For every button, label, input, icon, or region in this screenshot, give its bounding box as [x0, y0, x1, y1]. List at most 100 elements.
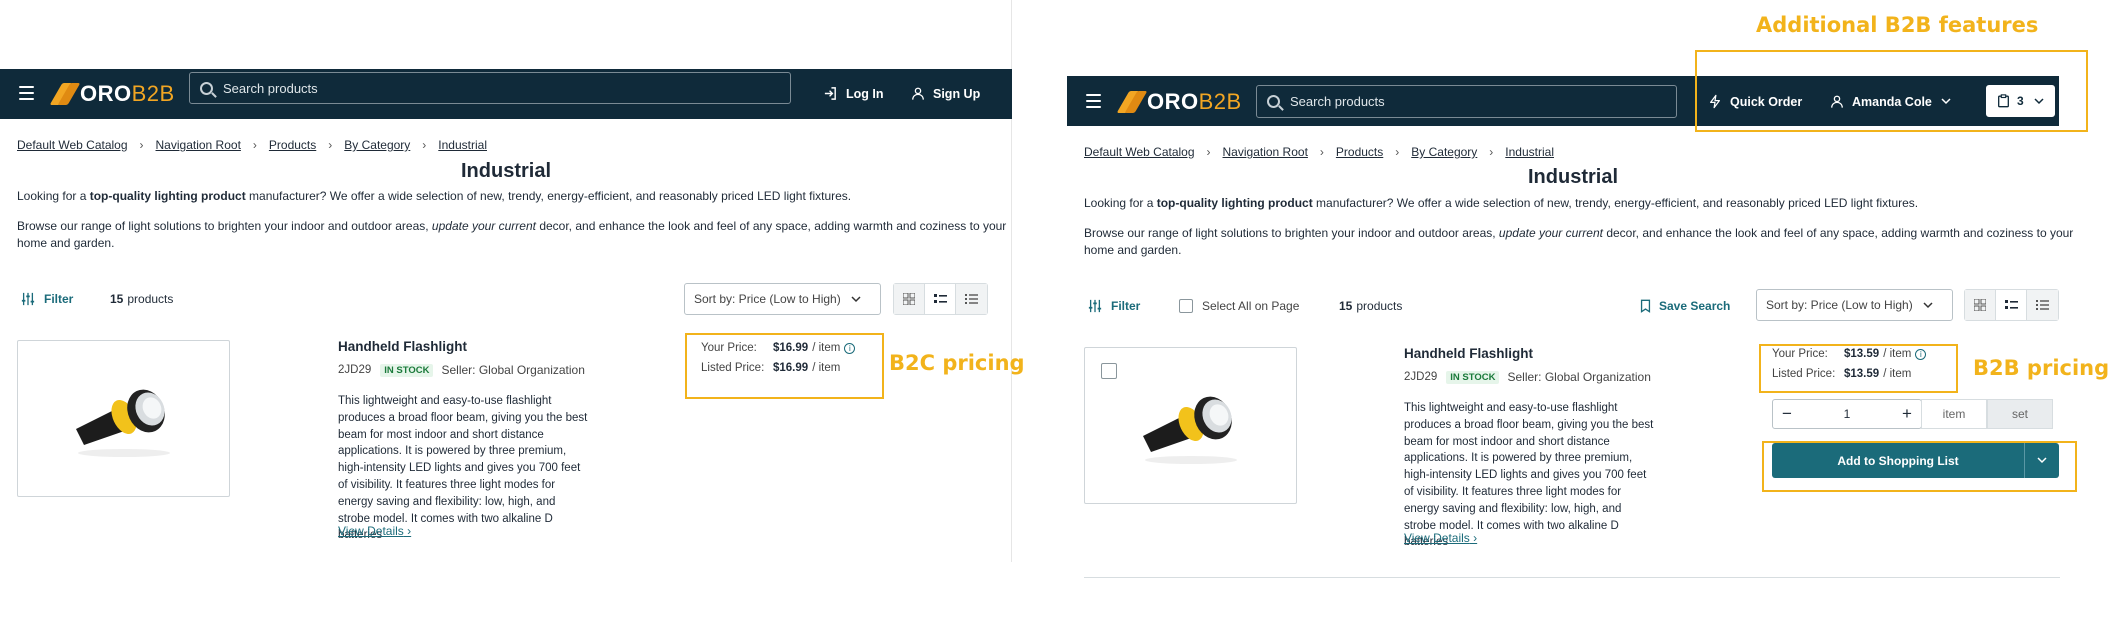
search-icon: [200, 81, 213, 95]
b2c-pricing-highlight: [685, 333, 884, 399]
breadcrumb-item[interactable]: Products: [1336, 145, 1383, 159]
quantity-value[interactable]: 1: [1801, 407, 1893, 421]
b2b-pricing-annotation: B2B pricing: [1973, 356, 2110, 380]
stock-badge: IN STOCK: [1446, 370, 1500, 384]
product-description: This lightweight and easy-to-use flashli…: [1404, 402, 1654, 549]
header-bar: OROB2B Log In Sign Up: [0, 69, 1012, 119]
login-link[interactable]: Log In: [823, 86, 884, 101]
page-title: Industrial: [1527, 166, 1618, 188]
search-input[interactable]: [1290, 94, 1626, 109]
search-icon: [1267, 95, 1280, 108]
product-select-checkbox[interactable]: [1101, 363, 1117, 379]
product-sku: 2JD29: [1404, 371, 1438, 383]
sort-select[interactable]: Sort by: Price (Low to High): [1756, 289, 1953, 321]
search-box[interactable]: [189, 72, 791, 104]
sort-label: Sort by: Price (Low to High): [1766, 298, 1913, 312]
breadcrumb-item[interactable]: Default Web Catalog: [17, 138, 128, 152]
breadcrumb-item[interactable]: Default Web Catalog: [1084, 145, 1195, 159]
sort-select[interactable]: Sort by: Price (Low to High): [684, 283, 881, 315]
chevron-right-icon: ›: [422, 138, 427, 152]
grid-view-icon[interactable]: [894, 284, 925, 314]
menu-icon[interactable]: [1086, 94, 1101, 108]
chevron-right-icon: ›: [1489, 145, 1494, 159]
unit-option-set[interactable]: set: [1987, 399, 2053, 429]
product-image[interactable]: [1084, 347, 1297, 504]
chevron-right-icon: ›: [1319, 145, 1324, 159]
logo-text-b2b: B2B: [1198, 89, 1242, 114]
b2c-pricing-annotation: B2C pricing: [889, 351, 1025, 375]
seller-label: Seller: Global Organization: [441, 363, 585, 377]
unit-toggle: item set: [1921, 399, 2053, 429]
view-details-link[interactable]: View Details ›: [338, 524, 411, 538]
filter-label: Filter: [44, 292, 74, 306]
view-switcher: [893, 283, 988, 315]
save-search-button[interactable]: Save Search: [1640, 299, 1730, 313]
b2b-header-highlight: [1695, 50, 2088, 132]
logo[interactable]: OROB2B: [49, 79, 175, 109]
breadcrumb-item[interactable]: By Category: [344, 138, 410, 152]
chevron-down-icon: [1923, 301, 1933, 308]
signup-label: Sign Up: [933, 86, 981, 101]
user-icon: [912, 87, 924, 100]
filter-label: Filter: [1111, 299, 1141, 313]
product-meta: 2JD29 IN STOCK Seller: Global Organizati…: [1404, 370, 1651, 384]
b2b-pricing-highlight: [1759, 344, 1958, 393]
login-icon: [824, 87, 836, 100]
compact-view-icon[interactable]: [2027, 290, 2058, 320]
filter-button[interactable]: Filter: [1088, 299, 1140, 313]
breadcrumb-item[interactable]: Navigation Root: [1223, 145, 1308, 159]
seller-label: Seller: Global Organization: [1507, 370, 1651, 384]
filter-icon: [1088, 299, 1102, 313]
logo-text-oro: ORO: [1147, 89, 1199, 114]
flashlight-image: [75, 389, 170, 457]
product-image[interactable]: [17, 340, 230, 497]
breadcrumb-item[interactable]: Industrial: [1505, 145, 1554, 159]
filter-button[interactable]: Filter: [21, 292, 73, 306]
logo[interactable]: OROB2B: [1116, 87, 1242, 117]
product-name[interactable]: Handheld Flashlight: [1404, 346, 1533, 361]
chevron-right-icon: ›: [328, 138, 333, 152]
b2b-features-annotation: Additional B2B features: [1756, 13, 2039, 37]
breadcrumb-item[interactable]: Products: [269, 138, 316, 152]
login-label: Log In: [846, 86, 884, 101]
minus-icon[interactable]: −: [1773, 404, 1801, 424]
filter-icon: [21, 292, 35, 306]
compact-view-icon[interactable]: [956, 284, 987, 314]
chevron-right-icon: ›: [1395, 145, 1400, 159]
search-box[interactable]: [1256, 85, 1677, 118]
unit-option-item[interactable]: item: [1921, 399, 1987, 429]
checkbox[interactable]: [1179, 299, 1193, 313]
product-meta: 2JD29 IN STOCK Seller: Global Organizati…: [338, 363, 585, 377]
bookmark-icon: [1640, 299, 1651, 313]
product-count: 15 products: [1339, 299, 1403, 313]
flashlight-image: [1142, 396, 1237, 464]
plus-icon[interactable]: +: [1893, 404, 1921, 424]
signup-link[interactable]: Sign Up: [911, 86, 980, 101]
grid-view-icon[interactable]: [1965, 290, 1996, 320]
select-all-checkbox[interactable]: Select All on Page: [1179, 299, 1299, 313]
chevron-right-icon: ›: [1206, 145, 1211, 159]
b2b-cart-highlight: [1762, 441, 2077, 492]
product-sku: 2JD29: [338, 364, 372, 376]
view-switcher: [1964, 289, 2059, 321]
logo-text-oro: ORO: [80, 81, 132, 106]
logo-mark-icon: [49, 82, 81, 106]
breadcrumb-item[interactable]: Navigation Root: [156, 138, 241, 152]
list-view-icon[interactable]: [925, 284, 956, 314]
logo-text-b2b: B2B: [131, 81, 175, 106]
view-details-link[interactable]: View Details ›: [1404, 531, 1477, 545]
b2c-storefront-panel: OROB2B Log In Sign Up Default Web Catalo…: [0, 0, 1012, 562]
breadcrumb: Default Web Catalog › Navigation Root › Pr…: [1084, 145, 1554, 159]
breadcrumb-item[interactable]: Industrial: [438, 138, 487, 152]
product-count: 15 products: [110, 292, 174, 306]
chevron-down-icon: [851, 295, 861, 302]
stock-badge: IN STOCK: [380, 363, 434, 377]
search-input[interactable]: [223, 80, 703, 96]
list-view-icon[interactable]: [1996, 290, 2027, 320]
select-all-label: Select All on Page: [1202, 299, 1300, 313]
chevron-right-icon: ›: [139, 138, 144, 152]
menu-icon[interactable]: [19, 86, 34, 100]
breadcrumb-item[interactable]: By Category: [1411, 145, 1477, 159]
product-name[interactable]: Handheld Flashlight: [338, 339, 467, 354]
breadcrumb: Default Web Catalog › Navigation Root › Pr…: [17, 138, 487, 152]
